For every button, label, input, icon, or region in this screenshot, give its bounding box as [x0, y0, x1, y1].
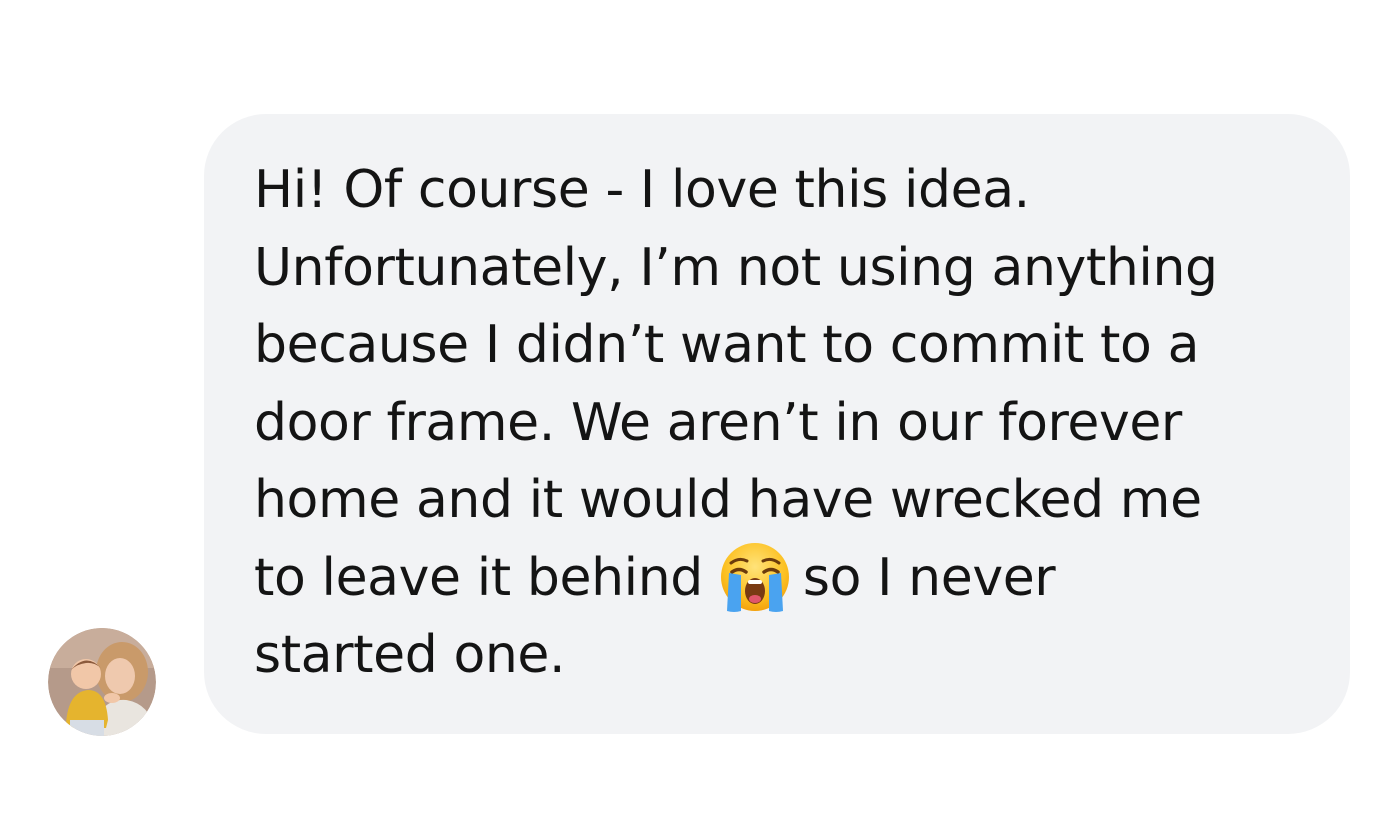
loudly-crying-face-icon — [717, 539, 793, 615]
message-line: because I didn’t want to commit to a — [254, 315, 1200, 375]
message-line: door frame. We aren’t in our forever — [254, 392, 1182, 453]
chat-view: Hi! Of course - I love this idea. Unfort… — [0, 0, 1400, 840]
message-line: to leave it behind so I never — [254, 540, 1290, 618]
avatar-photo — [48, 628, 156, 736]
message-text: so I never — [802, 547, 1056, 608]
message-line: Unfortunately, I’m not using anything — [254, 237, 1218, 298]
message-bubble[interactable]: Hi! Of course - I love this idea. Unfort… — [204, 114, 1350, 734]
message-line: home and it would have wrecked me — [254, 470, 1202, 530]
sender-avatar[interactable] — [48, 628, 156, 736]
message-line: Hi! Of course - I love this idea. — [254, 160, 1030, 220]
message-line: started one. — [254, 625, 566, 685]
message-text: to leave it behind — [254, 547, 703, 608]
